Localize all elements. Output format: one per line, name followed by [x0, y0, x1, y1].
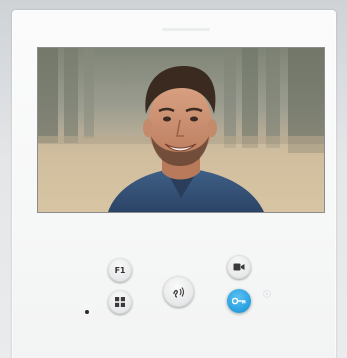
- camera-feed-image: [38, 48, 324, 212]
- key-icon: [232, 297, 246, 305]
- door-open-button[interactable]: [227, 289, 251, 313]
- talk-button[interactable]: [163, 276, 194, 307]
- video-camera-icon: [233, 263, 245, 271]
- status-led: [85, 310, 89, 314]
- brand-mark: [162, 28, 210, 31]
- door-hint-icon: [263, 290, 271, 298]
- f1-label: F1: [114, 265, 126, 275]
- menu-grid-button[interactable]: [108, 290, 132, 314]
- grid-icon: [115, 297, 125, 307]
- video-intercom-monitor: F1: [12, 10, 336, 358]
- f1-button[interactable]: F1: [108, 258, 132, 282]
- talk-icon: [172, 286, 184, 298]
- camera-button[interactable]: [227, 255, 251, 279]
- video-screen: [37, 47, 325, 213]
